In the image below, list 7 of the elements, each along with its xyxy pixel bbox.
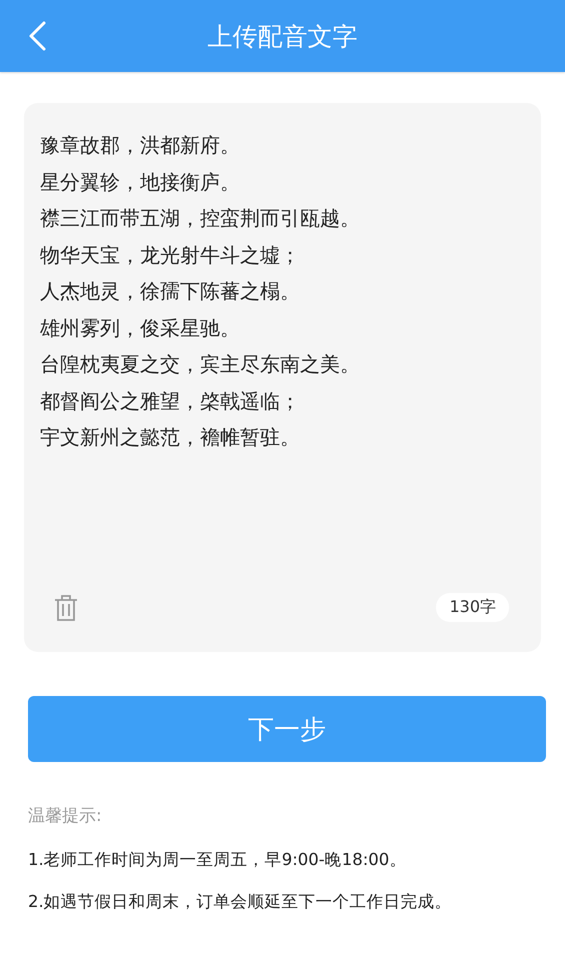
text-field[interactable]: 豫章故郡，洪都新府。 星分翼轸，地接衡庐。 襟三江而带五湖，控蛮荆而引瓯越。 物华天宝，龙光射牛斗之墟； 人杰地灵，徐孺下陈蕃之榻。 雄州雾列，俊采星驰。 台隍枕夷夏之交，宾主尽东南之美。 都督阎公之雅望，棨戟遥临； 宇文新州之懿范，襜帷暂驻。 [40,127,525,593]
page-title: 上传配音文字 [208,20,358,52]
trash-icon[interactable] [54,594,78,622]
tip-text: 1.老师工作时间为周一至周五，早9:00-晚18:00。 [28,849,408,871]
character-count: 130字 [436,593,509,622]
tip-text: 2.如遇节假日和周末，订单会顺延至下一个工作日完成。 [28,891,453,913]
tips-title: 温馨提示: [28,805,103,827]
